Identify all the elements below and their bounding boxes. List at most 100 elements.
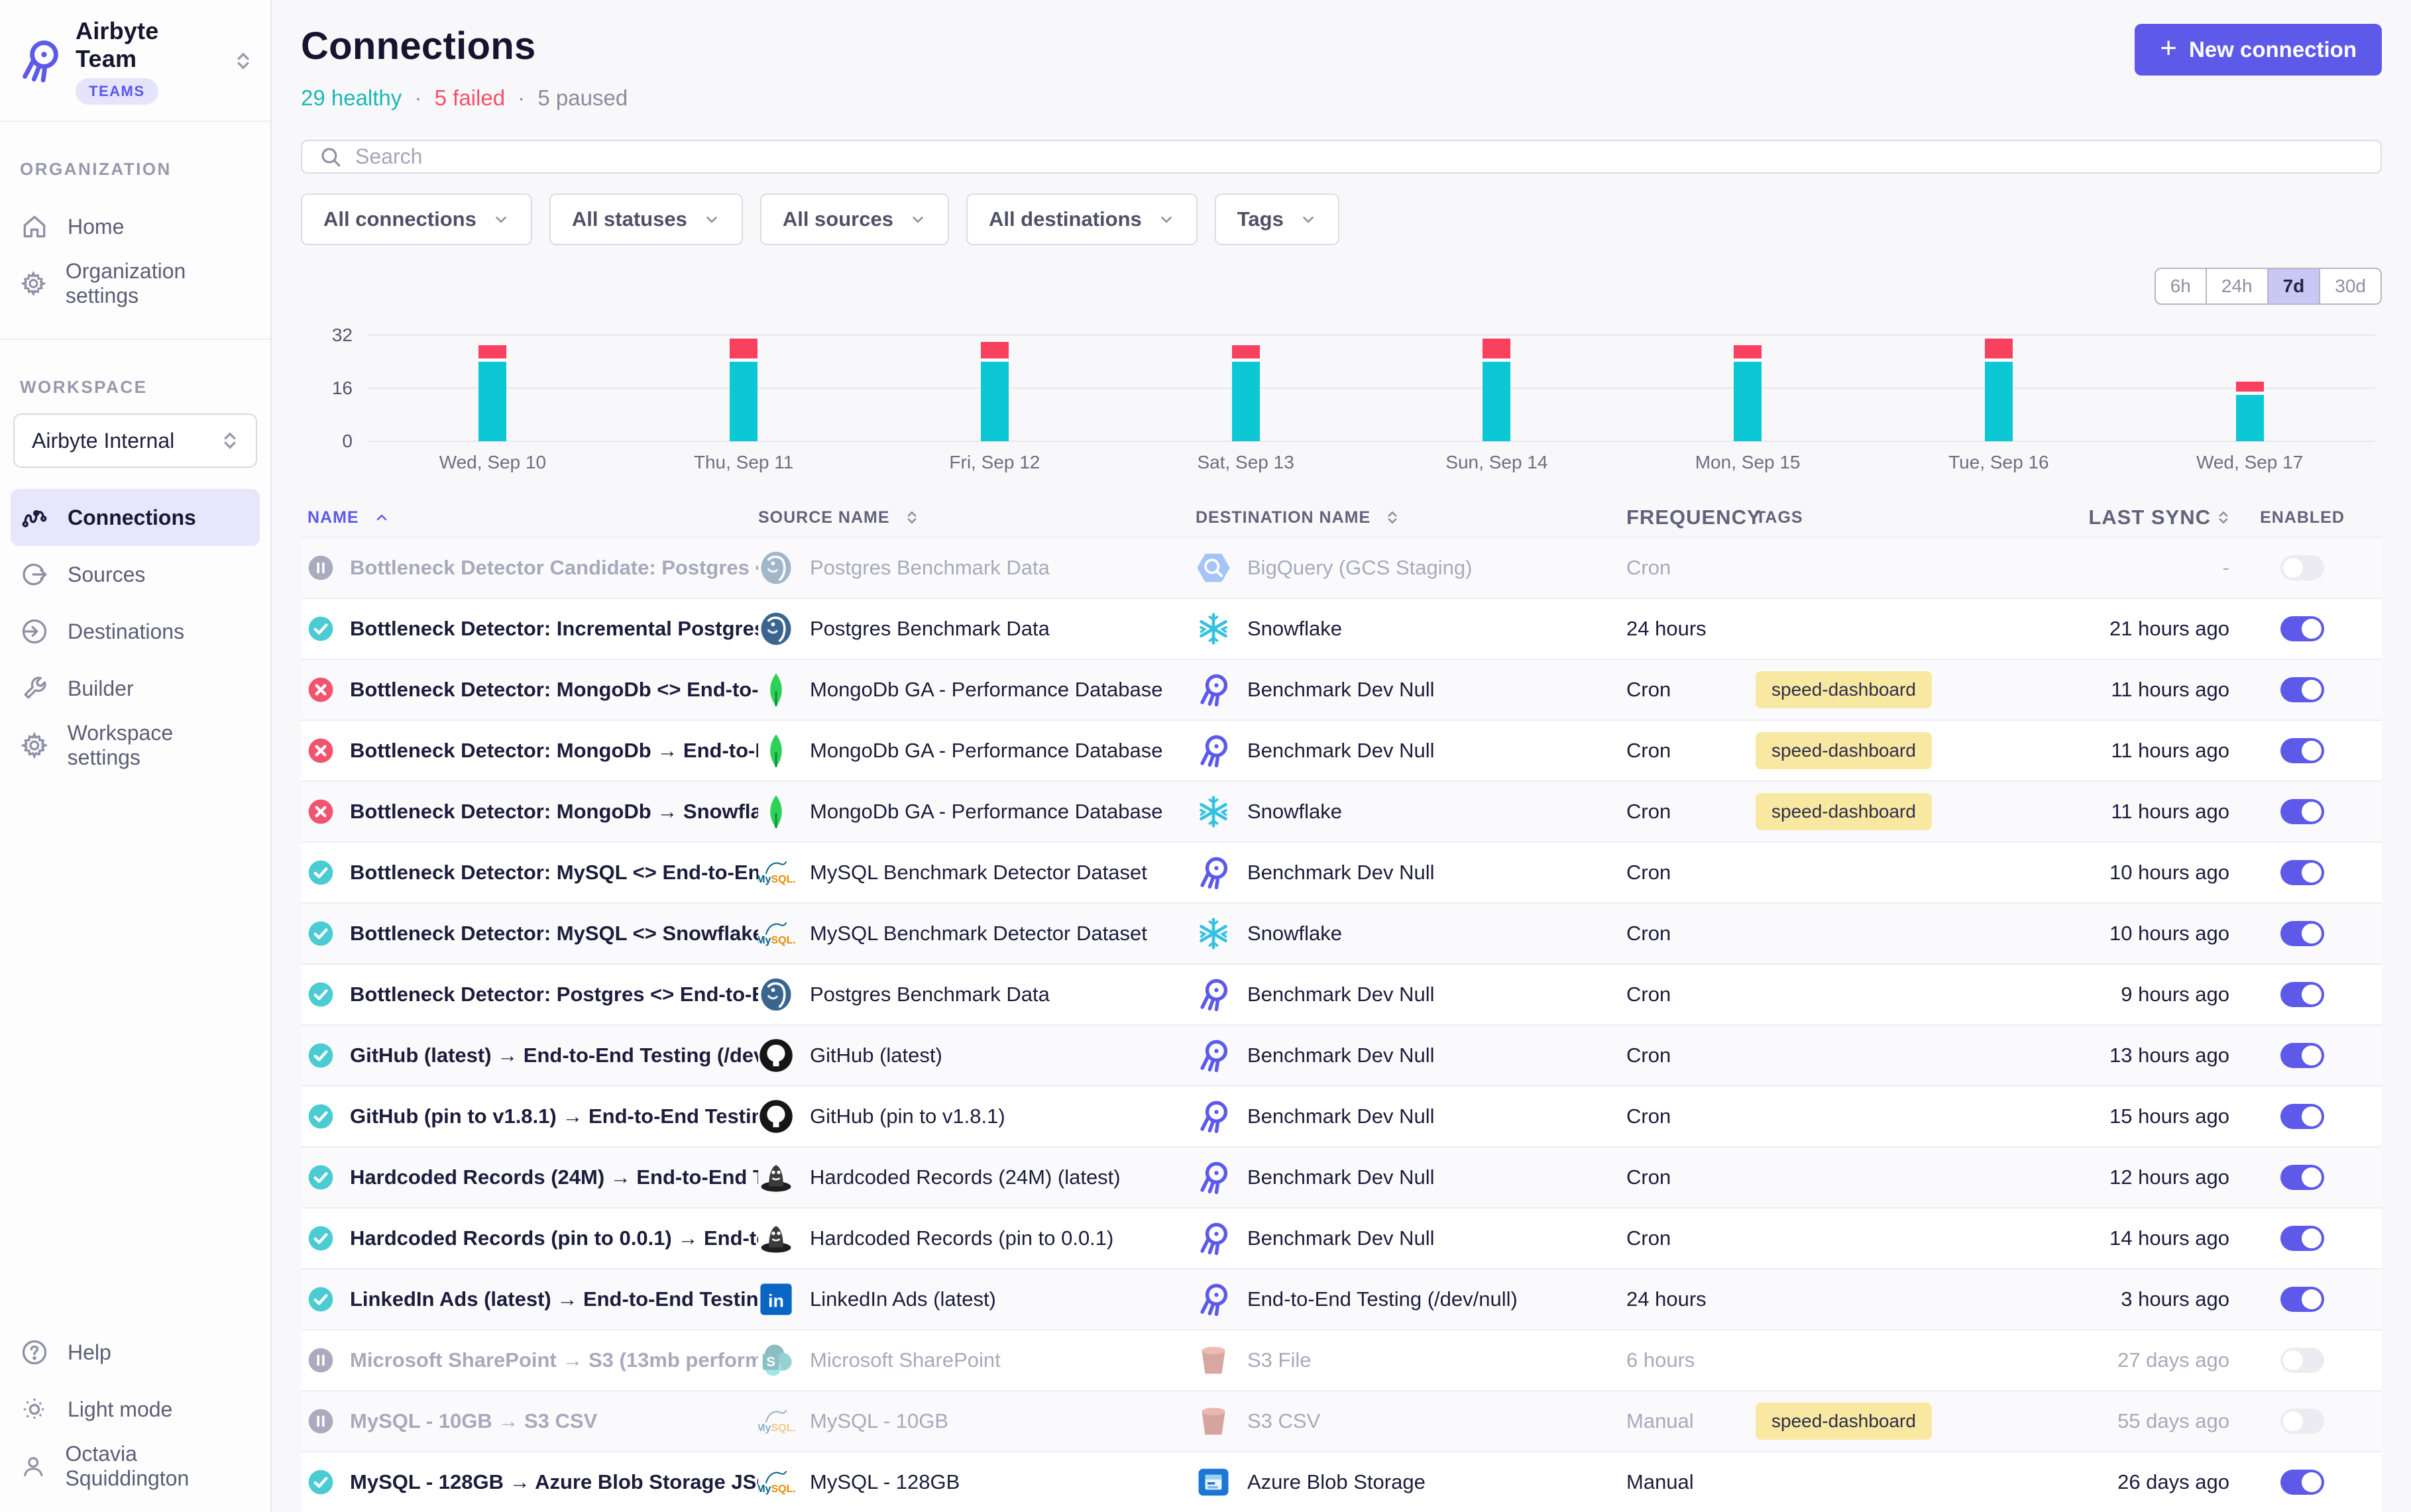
enabled-toggle[interactable] — [2280, 738, 2324, 763]
filter-dropdown-all-sources[interactable]: All sources — [760, 193, 949, 245]
last-sync: 10 hours ago — [2074, 922, 2229, 945]
sidebar-item-workspace-settings[interactable]: Workspace settings — [0, 717, 270, 774]
enabled-toggle[interactable] — [2280, 1043, 2324, 1068]
table-row[interactable]: MySQL - 10GB → S3 CSV MySQL. MySQL - 10G… — [301, 1390, 2382, 1451]
paused-count: 5 paused — [537, 85, 628, 110]
frequency: Cron — [1626, 1105, 1756, 1128]
builder-icon — [20, 674, 49, 703]
sidebar-item-home[interactable]: Home — [0, 198, 270, 255]
status-healthy-icon — [308, 1164, 334, 1191]
chevron-updown-icon — [221, 429, 239, 452]
chart-bar-group[interactable] — [618, 335, 869, 441]
column-header-src[interactable]: SOURCE NAME — [758, 508, 1196, 527]
chart-y-tick: 16 — [301, 378, 353, 399]
search-box[interactable] — [301, 140, 2382, 174]
sidebar-item-connections[interactable]: Connections — [11, 489, 260, 546]
sidebar-footer-item-help[interactable]: Help — [0, 1324, 270, 1381]
table-row[interactable]: Bottleneck Detector: MongoDb → End-to-En… — [301, 720, 2382, 781]
airbyte-icon — [1196, 733, 1231, 769]
separator: · — [414, 85, 421, 110]
table-row[interactable]: Bottleneck Detector: MySQL <> Snowflake … — [301, 902, 2382, 963]
enabled-toggle[interactable] — [2280, 616, 2324, 641]
enabled-toggle[interactable] — [2280, 860, 2324, 885]
table-row[interactable]: GitHub (latest) → End-to-End Testing (/d… — [301, 1024, 2382, 1085]
search-input[interactable] — [355, 144, 2363, 169]
destination-name: Benchmark Dev Null — [1247, 678, 1435, 702]
chart-bar-success — [2236, 395, 2264, 441]
mysql-icon: MySQL. — [758, 916, 794, 951]
last-sync: 11 hours ago — [2074, 739, 2229, 763]
frequency: Cron — [1626, 983, 1756, 1006]
sidebar-footer-item-octavia-squiddington[interactable]: Octavia Squiddington — [0, 1438, 270, 1495]
chart-x-label: Sat, Sep 13 — [1120, 452, 1371, 473]
frequency: Cron — [1626, 1044, 1756, 1067]
table-row[interactable]: MySQL - 128GB → Azure Blob Storage JSOn … — [301, 1451, 2382, 1512]
column-header-sync[interactable]: LAST SYNC — [2074, 506, 2229, 529]
sidebar-item-sources[interactable]: Sources — [0, 546, 270, 603]
time-range-6h[interactable]: 6h — [2156, 269, 2206, 303]
failed-count: 5 failed — [435, 85, 505, 110]
table-row[interactable]: Bottleneck Detector: MySQL <> End-to-End… — [301, 841, 2382, 902]
source-name: Microsoft SharePoint — [810, 1348, 1001, 1372]
enabled-toggle[interactable] — [2280, 1470, 2324, 1495]
connection-name: MySQL - 10GB → S3 CSV — [350, 1409, 597, 1433]
enabled-toggle[interactable] — [2280, 1104, 2324, 1129]
filter-dropdown-all-connections[interactable]: All connections — [301, 193, 532, 245]
team-switcher[interactable]: Airbyte Team TEAMS — [0, 0, 270, 122]
table-row[interactable]: GitHub (pin to v1.8.1) → End-to-End Test… — [301, 1085, 2382, 1146]
frequency: Cron — [1626, 1165, 1756, 1189]
s3-icon — [1196, 1342, 1231, 1378]
enabled-toggle[interactable] — [2280, 1287, 2324, 1312]
enabled-toggle[interactable] — [2280, 1226, 2324, 1251]
chart-bar-failed — [1483, 339, 1510, 358]
table-row[interactable]: Bottleneck Detector Candidate: Postgres … — [301, 537, 2382, 598]
chart-bar-group[interactable] — [1371, 335, 1622, 441]
enabled-toggle[interactable] — [2280, 799, 2324, 824]
time-range-7d[interactable]: 7d — [2267, 269, 2320, 303]
enabled-toggle[interactable] — [2280, 1348, 2324, 1373]
filter-dropdown-all-statuses[interactable]: All statuses — [549, 193, 743, 245]
enabled-toggle[interactable] — [2280, 1165, 2324, 1190]
table-row[interactable]: Bottleneck Detector: MongoDb <> End-to-E… — [301, 659, 2382, 720]
chart-bar-failed — [1985, 339, 2013, 358]
sidebar-item-builder[interactable]: Builder — [0, 660, 270, 717]
chart-y-tick: 32 — [301, 325, 353, 346]
enabled-toggle[interactable] — [2280, 677, 2324, 702]
enabled-toggle[interactable] — [2280, 555, 2324, 580]
table-row[interactable]: Microsoft SharePoint → S3 (13mb performa… — [301, 1329, 2382, 1390]
filter-dropdown-all-destinations[interactable]: All destinations — [966, 193, 1198, 245]
table-row[interactable]: Bottleneck Detector: Postgres <> End-to-… — [301, 963, 2382, 1024]
chart-x-label: Thu, Sep 11 — [618, 452, 869, 473]
enabled-toggle[interactable] — [2280, 1409, 2324, 1434]
chart-bar-group[interactable] — [1622, 335, 1874, 441]
frequency: Cron — [1626, 922, 1756, 945]
chart-bar-group[interactable] — [869, 335, 1121, 441]
sidebar-item-organization-settings[interactable]: Organization settings — [0, 255, 270, 312]
last-sync: 3 hours ago — [2074, 1287, 2229, 1311]
table-row[interactable]: Bottleneck Detector: Incremental Postgre… — [301, 598, 2382, 659]
sidebar-footer-item-light-mode[interactable]: Light mode — [0, 1381, 270, 1438]
table-row[interactable]: Hardcoded Records (pin to 0.0.1) → End-t… — [301, 1207, 2382, 1268]
time-range-30d[interactable]: 30d — [2319, 269, 2381, 303]
filter-dropdown-tags[interactable]: Tags — [1215, 193, 1339, 245]
nav-item-label: Builder — [68, 676, 134, 701]
table-row[interactable]: Bottleneck Detector: MongoDb → Snowflake… — [301, 781, 2382, 841]
source-name: GitHub (latest) — [810, 1044, 942, 1067]
workspace-selector[interactable]: Airbyte Internal — [13, 413, 257, 468]
status-paused-icon — [308, 1347, 334, 1374]
table-row[interactable]: LinkedIn Ads (latest) → End-to-End Testi… — [301, 1268, 2382, 1329]
table-row[interactable]: Hardcoded Records (24M) → End-to-End Te.… — [301, 1146, 2382, 1207]
enabled-toggle[interactable] — [2280, 921, 2324, 946]
enabled-toggle[interactable] — [2280, 982, 2324, 1007]
chart-y-tick: 0 — [301, 431, 353, 452]
time-range-24h[interactable]: 24h — [2206, 269, 2267, 303]
sort-icon — [906, 509, 918, 526]
chart-bar-group[interactable] — [1120, 335, 1371, 441]
column-header-name[interactable]: NAME — [308, 508, 758, 527]
sidebar-item-destinations[interactable]: Destinations — [0, 603, 270, 660]
chart-bar-group[interactable] — [1874, 335, 2125, 441]
new-connection-button[interactable]: + New connection — [2135, 24, 2382, 76]
chart-bar-group[interactable] — [367, 335, 618, 441]
chart-bar-group[interactable] — [2124, 335, 2375, 441]
column-header-dest[interactable]: DESTINATION NAME — [1196, 508, 1626, 527]
